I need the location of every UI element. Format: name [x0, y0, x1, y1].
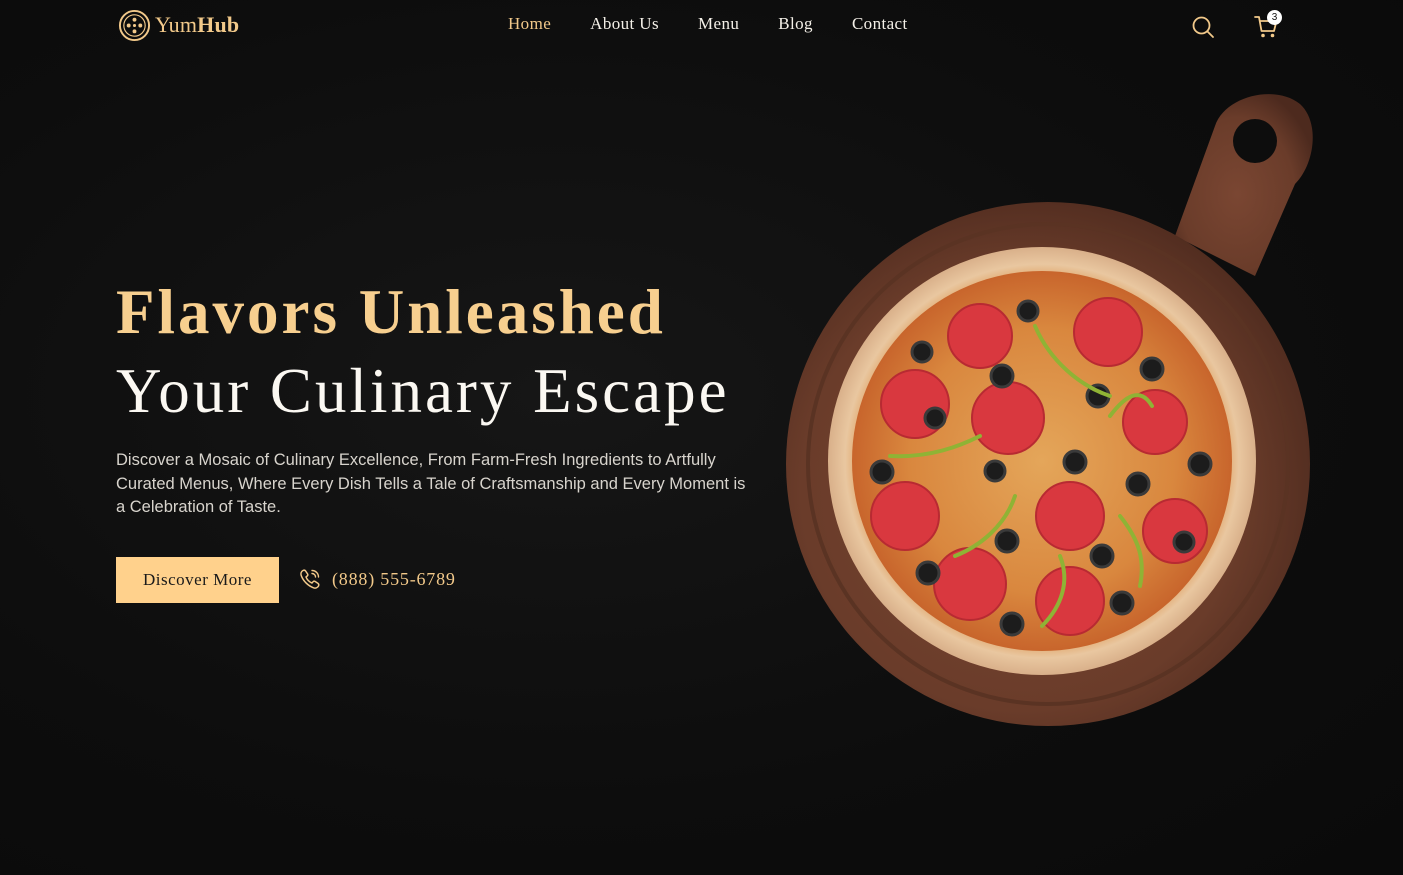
- nav-about-us[interactable]: About Us: [590, 14, 659, 34]
- nav-menu[interactable]: Menu: [698, 14, 739, 34]
- nav-blog[interactable]: Blog: [778, 14, 813, 34]
- discover-more-button[interactable]: Discover More: [116, 557, 279, 603]
- phone-number: (888) 555-6789: [332, 568, 456, 589]
- logo-icon: [118, 9, 151, 41]
- search-icon[interactable]: [1190, 14, 1216, 40]
- hero-title-line1: Flavors Unleashed: [116, 277, 666, 347]
- pizza-image: [786, 94, 1313, 726]
- cart-count-badge: 3: [1267, 10, 1282, 25]
- main-nav: Home About Us Menu Blog Contact: [508, 14, 908, 34]
- hero-title-line2: Your Culinary Escape: [116, 356, 730, 426]
- phone-contact[interactable]: (888) 555-6789: [298, 567, 456, 591]
- hero-description: Discover a Mosaic of Culinary Excellence…: [116, 451, 746, 516]
- nav-contact[interactable]: Contact: [852, 14, 908, 34]
- logo-text: YumHub: [155, 12, 240, 37]
- nav-home[interactable]: Home: [508, 14, 551, 34]
- phone-icon: [300, 569, 320, 589]
- logo[interactable]: YumHub: [118, 8, 239, 42]
